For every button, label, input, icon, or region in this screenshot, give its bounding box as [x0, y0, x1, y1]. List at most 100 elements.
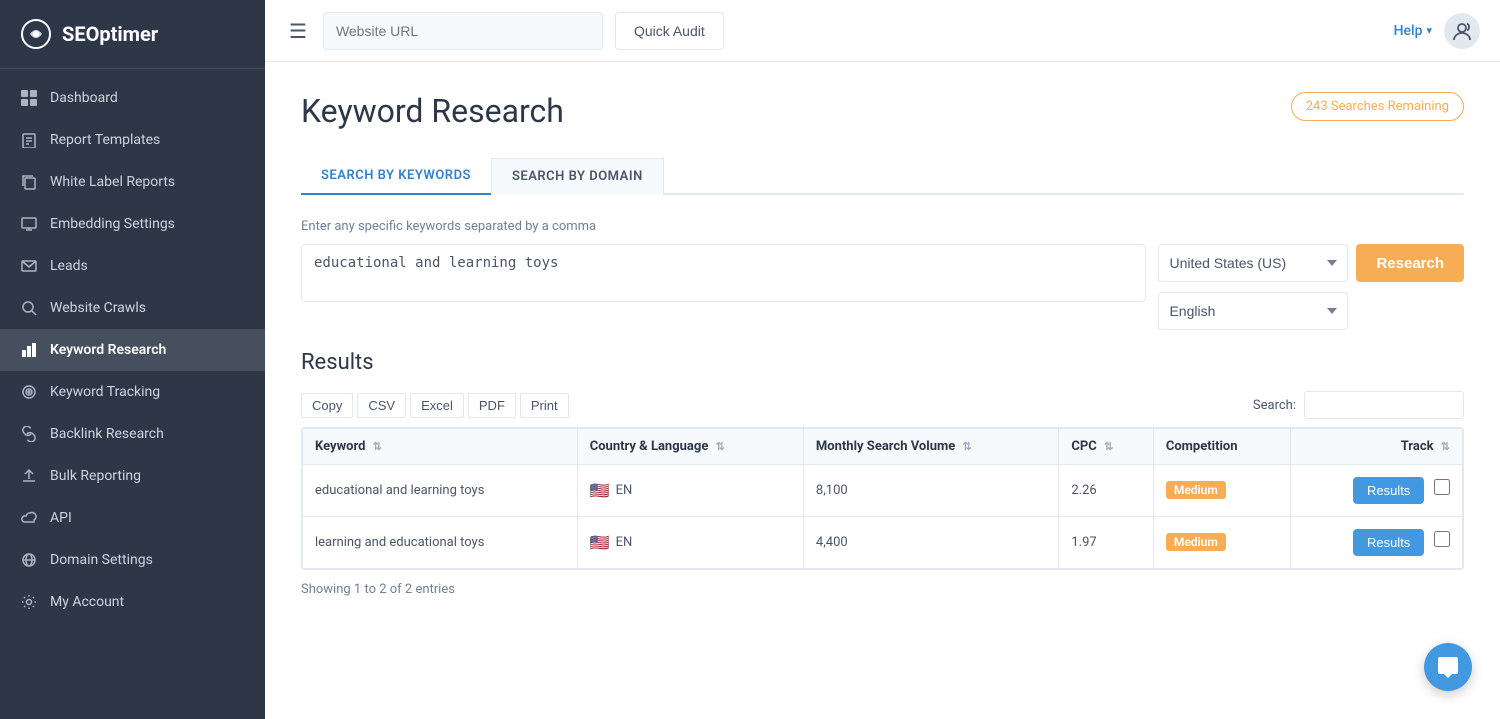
- track-checkbox-1[interactable]: [1434, 479, 1450, 495]
- showing-entries-text: Showing 1 to 2 of 2 entries: [301, 582, 1464, 597]
- sidebar-label-domain-settings: Domain Settings: [50, 552, 153, 568]
- sidebar-item-leads[interactable]: Leads: [0, 245, 265, 287]
- sort-track-icon: ⇅: [1441, 440, 1450, 453]
- sidebar-label-api: API: [50, 510, 72, 526]
- page-title: Keyword Research: [301, 92, 564, 130]
- bar-chart-icon: [20, 341, 38, 359]
- sidebar-item-website-crawls[interactable]: Website Crawls: [0, 287, 265, 329]
- monitor-icon: [20, 215, 38, 233]
- sort-keyword-icon: ⇅: [373, 440, 382, 453]
- country-select[interactable]: United States (US) United Kingdom (GB) A…: [1158, 244, 1348, 282]
- sidebar-item-keyword-research[interactable]: Keyword Research: [0, 329, 265, 371]
- settings-icon: [20, 593, 38, 611]
- csv-button[interactable]: CSV: [357, 393, 406, 418]
- search-label: Search:: [1253, 398, 1296, 413]
- col-competition[interactable]: Competition: [1153, 429, 1290, 465]
- sidebar-item-report-templates[interactable]: Report Templates: [0, 119, 265, 161]
- col-keyword[interactable]: Keyword ⇅: [303, 429, 578, 465]
- page-header: Keyword Research 243 Searches Remaining: [301, 92, 1464, 130]
- cell-keyword-1: educational and learning toys: [303, 465, 578, 517]
- sidebar-item-api[interactable]: API: [0, 497, 265, 539]
- sidebar-item-keyword-tracking[interactable]: Keyword Tracking: [0, 371, 265, 413]
- col-monthly-volume[interactable]: Monthly Search Volume ⇅: [803, 429, 1058, 465]
- edit-icon: [20, 131, 38, 149]
- logo[interactable]: SEOptimer: [0, 0, 265, 69]
- tab-search-by-domain[interactable]: SEARCH BY DOMAIN: [491, 158, 664, 195]
- cell-volume-1: 8,100: [803, 465, 1058, 517]
- cell-cpc-1: 2.26: [1059, 465, 1153, 517]
- results-table-wrapper: Keyword ⇅ Country & Language ⇅ Monthly S…: [301, 427, 1464, 570]
- sidebar-label-keyword-tracking: Keyword Tracking: [50, 384, 160, 400]
- menu-icon[interactable]: ☰: [285, 15, 311, 47]
- sidebar-item-my-account[interactable]: My Account: [0, 581, 265, 623]
- cell-keyword-2: learning and educational toys: [303, 517, 578, 569]
- sidebar-item-backlink-research[interactable]: Backlink Research: [0, 413, 265, 455]
- search-row: educational and learning toys United Sta…: [301, 244, 1464, 330]
- sidebar-nav: Dashboard Report Templates White Label R…: [0, 69, 265, 719]
- excel-button[interactable]: Excel: [410, 393, 464, 418]
- flag-icon-2: 🇺🇸: [590, 533, 610, 552]
- sidebar-item-bulk-reporting[interactable]: Bulk Reporting: [0, 455, 265, 497]
- sidebar-label-report-templates: Report Templates: [50, 132, 160, 148]
- quick-audit-button[interactable]: Quick Audit: [615, 12, 724, 50]
- keyword-input[interactable]: educational and learning toys: [301, 244, 1146, 302]
- sidebar-item-dashboard[interactable]: Dashboard: [0, 77, 265, 119]
- language-code-1: EN: [616, 483, 633, 498]
- research-button[interactable]: Research: [1356, 244, 1464, 282]
- results-button-2[interactable]: Results: [1353, 529, 1424, 556]
- help-dropdown[interactable]: Help ▾: [1394, 23, 1432, 39]
- sort-country-icon: ⇅: [716, 440, 725, 453]
- results-table: Keyword ⇅ Country & Language ⇅ Monthly S…: [302, 428, 1463, 569]
- pdf-button[interactable]: PDF: [468, 393, 516, 418]
- table-row: learning and educational toys 🇺🇸 EN 4,40…: [303, 517, 1463, 569]
- cell-competition-2: Medium: [1153, 517, 1290, 569]
- searches-remaining-badge: 243 Searches Remaining: [1291, 92, 1464, 121]
- col-track[interactable]: Track ⇅: [1290, 429, 1462, 465]
- results-search-area: Search:: [1253, 391, 1464, 419]
- cell-country-1: 🇺🇸 EN: [577, 465, 803, 517]
- sidebar-label-embedding: Embedding Settings: [50, 216, 175, 232]
- language-code-2: EN: [616, 535, 633, 550]
- link-icon: [20, 425, 38, 443]
- sidebar-label-white-label: White Label Reports: [50, 174, 175, 190]
- url-input[interactable]: [323, 12, 603, 50]
- upload-icon: [20, 467, 38, 485]
- sidebar-label-my-account: My Account: [50, 594, 124, 610]
- track-checkbox-2[interactable]: [1434, 531, 1450, 547]
- sidebar: SEOptimer Dashboard Report Templates Whi…: [0, 0, 265, 719]
- print-button[interactable]: Print: [520, 393, 569, 418]
- grid-icon: [20, 89, 38, 107]
- tab-search-by-keywords[interactable]: SEARCH BY KEYWORDS: [301, 158, 491, 195]
- sidebar-item-domain-settings[interactable]: Domain Settings: [0, 539, 265, 581]
- copy-icon: [20, 173, 38, 191]
- export-buttons: Copy CSV Excel PDF Print: [301, 393, 569, 418]
- col-country-language[interactable]: Country & Language ⇅: [577, 429, 803, 465]
- sidebar-label-website-crawls: Website Crawls: [50, 300, 146, 316]
- mail-icon: [20, 257, 38, 275]
- sidebar-item-white-label[interactable]: White Label Reports: [0, 161, 265, 203]
- chevron-down-icon: ▾: [1426, 24, 1432, 37]
- sort-volume-icon: ⇅: [963, 440, 972, 453]
- results-search-input[interactable]: [1304, 391, 1464, 419]
- table-row: educational and learning toys 🇺🇸 EN 8,10…: [303, 465, 1463, 517]
- sidebar-label-dashboard: Dashboard: [50, 90, 118, 106]
- chat-bubble-button[interactable]: [1424, 643, 1472, 691]
- search-controls: United States (US) United Kingdom (GB) A…: [1158, 244, 1464, 330]
- results-title: Results: [301, 350, 1464, 375]
- search-crawl-icon: [20, 299, 38, 317]
- flag-icon-1: 🇺🇸: [590, 481, 610, 500]
- col-cpc[interactable]: CPC ⇅: [1059, 429, 1153, 465]
- sidebar-label-backlink-research: Backlink Research: [50, 426, 164, 442]
- competition-badge-2: Medium: [1166, 533, 1226, 551]
- cell-cpc-2: 1.97: [1059, 517, 1153, 569]
- main-content: ☰ Quick Audit Help ▾ Keyword Research 24…: [265, 0, 1500, 719]
- results-button-1[interactable]: Results: [1353, 477, 1424, 504]
- sidebar-item-embedding[interactable]: Embedding Settings: [0, 203, 265, 245]
- user-avatar-button[interactable]: [1444, 13, 1480, 49]
- sidebar-label-bulk-reporting: Bulk Reporting: [50, 468, 141, 484]
- copy-button[interactable]: Copy: [301, 393, 353, 418]
- cell-track-2: Results: [1290, 517, 1462, 569]
- language-select[interactable]: English Spanish French German: [1158, 292, 1348, 330]
- table-header-row: Keyword ⇅ Country & Language ⇅ Monthly S…: [303, 429, 1463, 465]
- sort-cpc-icon: ⇅: [1104, 440, 1113, 453]
